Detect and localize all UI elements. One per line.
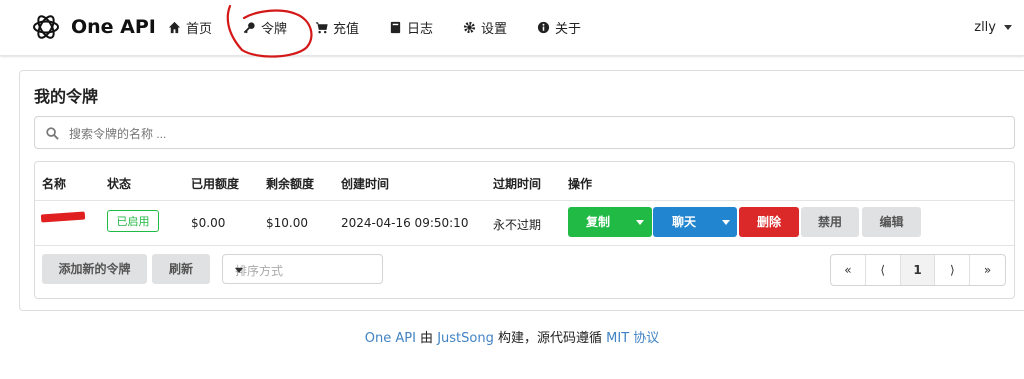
- chat-button[interactable]: 聊天: [653, 207, 715, 237]
- nav-home-label: 首页: [186, 22, 213, 37]
- page-last[interactable]: »: [970, 255, 1005, 285]
- page-title: 我的令牌: [34, 87, 99, 106]
- home-icon: [168, 21, 181, 34]
- page-first[interactable]: «: [831, 255, 866, 285]
- search-input[interactable]: [67, 123, 971, 145]
- row-divider: [35, 245, 1014, 246]
- page-current[interactable]: 1: [900, 255, 936, 285]
- caret-down-icon: [636, 220, 644, 225]
- info-icon: [537, 21, 550, 34]
- cell-created: 2024-04-16 09:50:10: [341, 216, 469, 230]
- search-box[interactable]: [34, 116, 1015, 149]
- header-created: 创建时间: [341, 177, 390, 191]
- nav-topup[interactable]: 充值: [315, 18, 359, 37]
- tokens-table: 名称 状态 已用额度 剩余额度 创建时间 过期时间 操作 已启用 $0.00 $…: [34, 161, 1015, 299]
- nav-about-label: 关于: [555, 22, 582, 37]
- copy-dropdown[interactable]: [628, 207, 652, 237]
- nav-about[interactable]: 关于: [537, 18, 581, 37]
- chat-dropdown[interactable]: [715, 207, 737, 237]
- pagination: « ⟨ 1 ⟩ »: [830, 254, 1006, 286]
- search-icon: [46, 127, 59, 140]
- nav-home[interactable]: 首页: [168, 18, 212, 37]
- add-token-button[interactable]: 添加新的令牌: [42, 254, 147, 284]
- nav-topup-label: 充值: [333, 22, 360, 37]
- footer: One API 由 JustSong 构建，源代码遵循 MIT 协议: [0, 327, 1024, 346]
- delete-button[interactable]: 删除: [739, 207, 799, 237]
- footer-author-link[interactable]: JustSong: [437, 331, 494, 346]
- header-expires: 过期时间: [493, 177, 542, 191]
- chevron-down-icon: [235, 268, 243, 273]
- header-divider: [35, 200, 1014, 201]
- footer-license-link[interactable]: MIT 协议: [606, 331, 659, 346]
- gear-icon: [463, 21, 476, 34]
- redacted-token-name: [40, 211, 86, 223]
- page-next[interactable]: ⟩: [935, 255, 971, 285]
- nav-logs-label: 日志: [407, 22, 434, 37]
- username: zlly: [974, 20, 996, 35]
- status-badge: 已启用: [107, 210, 159, 232]
- footer-middle: 构建，源代码遵循: [497, 331, 602, 346]
- caret-down-icon: [722, 220, 730, 225]
- header-name: 名称: [42, 177, 67, 191]
- nav-tokens[interactable]: 令牌: [243, 18, 287, 37]
- chevron-down-icon: [1004, 25, 1012, 30]
- header-used: 已用额度: [191, 177, 240, 191]
- top-navbar: One API 首页 令牌 充值 日志 设置 关于 zlly: [0, 0, 1024, 56]
- nav-settings[interactable]: 设置: [463, 18, 507, 37]
- refresh-button[interactable]: 刷新: [152, 254, 210, 284]
- nav-logs[interactable]: 日志: [389, 18, 433, 37]
- cart-icon: [315, 22, 328, 34]
- user-menu[interactable]: zlly: [974, 20, 1012, 35]
- header-remaining: 剩余额度: [266, 177, 315, 191]
- cell-remaining: $10.00: [266, 216, 308, 230]
- book-icon: [390, 21, 401, 34]
- sort-dropdown[interactable]: 排序方式: [222, 254, 383, 284]
- key-icon: [243, 22, 255, 34]
- openai-logo-icon[interactable]: [31, 12, 61, 42]
- copy-button[interactable]: 复制: [568, 207, 628, 237]
- header-actions: 操作: [568, 177, 593, 191]
- edit-button[interactable]: 编辑: [862, 207, 921, 237]
- brand-name[interactable]: One API: [71, 16, 156, 38]
- header-status: 状态: [107, 177, 132, 191]
- tokens-card: 我的令牌 名称 状态 已用额度 剩余额度 创建时间 过期时间 操作 已启用 $0…: [19, 70, 1024, 311]
- footer-project-link[interactable]: One API: [365, 331, 416, 346]
- footer-by: 由: [420, 331, 434, 346]
- disable-button[interactable]: 禁用: [801, 207, 859, 237]
- cell-used: $0.00: [191, 216, 226, 230]
- nav-tokens-label: 令牌: [261, 22, 288, 37]
- nav-settings-label: 设置: [481, 22, 508, 37]
- page-prev[interactable]: ⟨: [866, 255, 901, 285]
- cell-expires: 永不过期: [493, 218, 542, 232]
